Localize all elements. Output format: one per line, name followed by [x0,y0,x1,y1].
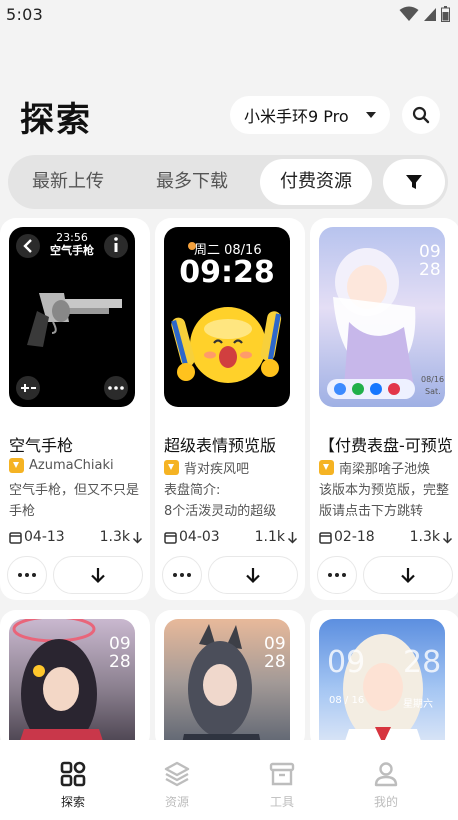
download-button[interactable] [363,556,453,594]
nav-item-explore[interactable]: 探索 [38,760,108,810]
toolbox-icon [269,762,295,786]
calendar-icon [164,531,177,544]
watchface-card[interactable]: 09 28 [0,610,150,740]
watch-day: 星期六 [403,699,433,710]
download-icon [401,568,415,584]
upload-date: 04-13 [9,529,65,545]
status-bar: 5:03 [0,0,458,28]
download-icon [246,568,260,584]
card-author: 背对疾风吧 [164,458,304,477]
watchface-card[interactable]: 23:56 空气手枪 空气手枪 AzumaChiaki 空气手枪，但又不只是手枪… [0,218,150,600]
more-options-button[interactable] [317,556,357,594]
card-author: AzumaChiaki [9,458,149,473]
watchface-preview: 09 28 [164,619,290,740]
filter-button[interactable] [383,159,445,205]
bottom-nav: 探索 资源 工具 我的 [0,740,458,820]
upload-date: 02-18 [319,529,375,545]
header: 探索 小米手环9 Pro [0,92,458,140]
author-name: 背对疾风吧 [184,462,250,477]
author-name: AzumaChiaki [29,458,114,473]
watch-date: 08/16 [421,375,445,384]
download-count: 1.1k [255,529,298,545]
vip-badge-icon [164,460,179,475]
vip-badge-icon [9,458,24,473]
watch-hour: 09 [327,645,366,680]
layers-icon [164,761,190,787]
card-title: 空气手枪 [9,436,74,455]
battery-icon [441,6,450,22]
download-icon [91,568,105,584]
card-meta: 04-13 1.3k [9,529,143,549]
watch-minute: 28 [109,652,131,672]
watchface-preview: 周二 08/16 09:28 [164,227,290,407]
watchface-card[interactable]: 周二 08/16 09:28 超级表情预览版 背对疾风吧 表盘简介: 8个活泼灵… [155,218,305,600]
caret-down-icon [366,112,376,118]
tab-paid[interactable]: 付费资源 [260,159,372,205]
card-description: 该版本为预览版，完整版请点击下方跳转 [319,483,450,519]
user-icon [374,762,398,787]
watchface-preview: 09 28 08/16 Sat. [319,227,445,407]
watch-minute: 28 [264,652,286,672]
nav-item-profile[interactable]: 我的 [351,760,421,810]
card-meta: 02-18 1.3k [319,529,453,549]
author-name: 南梁那啥子池焕 [339,462,431,477]
upload-date: 04-03 [164,529,220,545]
watch-hour: 09 [264,634,286,654]
device-select-label: 小米手环9 Pro [244,107,349,126]
download-button[interactable] [53,556,143,594]
status-time: 5:03 [6,4,44,24]
download-count: 1.3k [100,529,143,545]
watch-time: 23:56 [56,231,88,244]
watch-time: 09:28 [179,255,275,290]
vip-badge-icon [319,460,334,475]
page-title: 探索 [20,100,92,140]
watch-hour: 09 [109,634,131,654]
download-arrow-icon [442,531,453,544]
sort-tabs: 最新上传 最多下载 付费资源 [8,155,448,209]
watchface-card[interactable]: 09 28 [155,610,305,740]
signal-icon [424,8,436,21]
device-select[interactable]: 小米手环9 Pro [230,96,390,134]
card-title: 【付费表盘-可预览 [319,436,453,455]
more-options-button[interactable] [7,556,47,594]
wifi-icon [399,6,419,21]
watchface-card[interactable]: 09 28 08/16 Sat. 【付费表盘-可预览 南梁那啥子池焕 该版本为预… [310,218,458,600]
nav-item-resources[interactable]: 资源 [142,760,212,810]
filter-icon [406,175,422,189]
search-icon [412,106,430,124]
more-options-button[interactable] [162,556,202,594]
download-button[interactable] [208,556,298,594]
grid-explore-icon [60,761,86,787]
search-button[interactable] [402,96,440,134]
watchface-preview: 09 28 [9,619,135,740]
card-description: 空气手枪，但又不只是手枪 [9,483,140,519]
calendar-icon [9,531,22,544]
watchface-preview: 23:56 空气手枪 [9,227,135,407]
card-title: 超级表情预览版 [164,436,277,455]
download-arrow-icon [287,531,298,544]
tab-most-downloaded[interactable]: 最多下载 [132,159,252,205]
watch-minute: 28 [419,260,441,280]
watch-hour: 09 [419,242,441,262]
nav-item-tools[interactable]: 工具 [247,760,317,810]
tab-latest[interactable]: 最新上传 [8,159,128,205]
watch-minute: 28 [403,645,442,680]
watch-date: 08 / 16 [329,695,365,706]
download-count: 1.3k [410,529,453,545]
status-icons [399,6,450,22]
download-arrow-icon [132,531,143,544]
watch-subtitle: 空气手枪 [50,244,94,257]
watchface-preview: 09 28 08 / 16 星期六 [319,619,445,740]
card-author: 南梁那啥子池焕 [319,458,458,477]
watch-day: Sat. [425,387,441,396]
card-description: 表盘简介: 8个活泼灵动的超级 [164,483,277,519]
calendar-icon [319,531,332,544]
card-meta: 04-03 1.1k [164,529,298,549]
resource-grid: 23:56 空气手枪 空气手枪 AzumaChiaki 空气手枪，但又不只是手枪… [0,218,458,740]
watchface-card[interactable]: 09 28 08 / 16 星期六 [310,610,458,740]
